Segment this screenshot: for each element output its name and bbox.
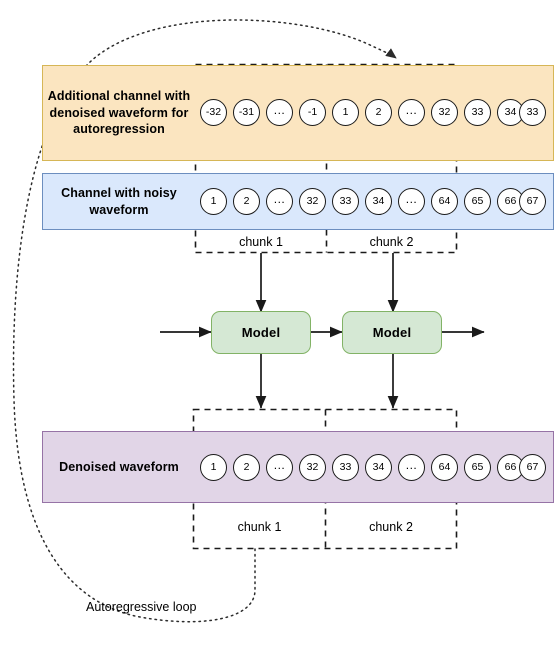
chunk-label-top-1: chunk 1 (239, 234, 283, 249)
diagram-canvas: Additional channel with denoised wavefor… (0, 0, 560, 656)
token-additional-8: 33 (464, 99, 491, 126)
token-additional-0: -32 (200, 99, 227, 126)
token-noisy-10: 67 (519, 188, 546, 215)
token-denoised-5: 34 (365, 454, 392, 481)
token-noisy-2: ... (266, 188, 293, 215)
token-noisy-0: 1 (200, 188, 227, 215)
token-additional-10: 33 (519, 99, 546, 126)
token-additional-4: 1 (332, 99, 359, 126)
noisy-channel-label: Channel with noisy waveform (61, 186, 177, 217)
token-additional-1: -31 (233, 99, 260, 126)
token-denoised-10: 67 (519, 454, 546, 481)
token-denoised-3: 32 (299, 454, 326, 481)
chunk-label-bottom-2: chunk 2 (369, 519, 413, 534)
token-denoised-0: 1 (200, 454, 227, 481)
token-noisy-6: ... (398, 188, 425, 215)
token-denoised-6: ... (398, 454, 425, 481)
additional-channel-label: Additional channel with denoised wavefor… (47, 89, 191, 137)
token-noisy-7: 64 (431, 188, 458, 215)
autoregressive-loop-label: Autoregressive loop (86, 600, 197, 614)
model-box-1[interactable]: Model (211, 311, 311, 354)
chunk-label-top-2: chunk 2 (369, 234, 414, 249)
token-denoised-1: 2 (233, 454, 260, 481)
token-denoised-7: 64 (431, 454, 458, 481)
token-denoised-8: 65 (464, 454, 491, 481)
token-additional-3: -1 (299, 99, 326, 126)
token-additional-2: ... (266, 99, 293, 126)
model-box-2[interactable]: Model (342, 311, 442, 354)
denoised-waveform-label: Denoised waveform (59, 459, 179, 474)
token-noisy-4: 33 (332, 188, 359, 215)
token-denoised-2: ... (266, 454, 293, 481)
token-noisy-1: 2 (233, 188, 260, 215)
token-noisy-8: 65 (464, 188, 491, 215)
chunk-label-bottom-1: chunk 1 (237, 519, 282, 534)
token-noisy-3: 32 (299, 188, 326, 215)
token-noisy-5: 34 (365, 188, 392, 215)
token-denoised-4: 33 (332, 454, 359, 481)
token-additional-7: 32 (431, 99, 458, 126)
token-additional-5: 2 (365, 99, 392, 126)
token-additional-6: ... (398, 99, 425, 126)
